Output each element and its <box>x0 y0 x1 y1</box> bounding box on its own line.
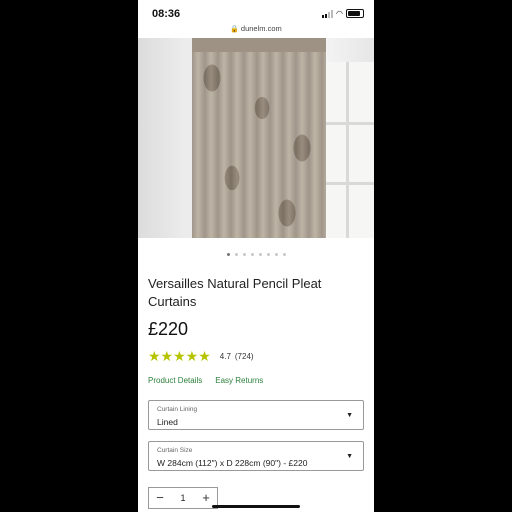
status-time: 08:36 <box>152 8 181 20</box>
status-bar: 08:36 ◠ <box>138 0 374 26</box>
gallery-dot[interactable] <box>226 253 230 256</box>
battery-icon <box>346 9 364 18</box>
product-title: Versailles Natural Pencil Pleat Curtains <box>148 276 322 309</box>
curtain-lining-value: Lined <box>157 417 178 427</box>
signal-icon <box>322 9 334 18</box>
product-price: £220 <box>148 319 189 339</box>
status-icons: ◠ <box>322 9 364 18</box>
gallery-dot[interactable] <box>266 253 270 256</box>
gallery-dot[interactable] <box>258 253 262 256</box>
gallery-dots[interactable] <box>138 253 374 256</box>
chevron-down-icon: ▼ <box>346 412 353 419</box>
curtain-size-value: W 284cm (112") x D 228cm (90") - £220 <box>157 458 308 468</box>
url-domain: dunelm.com <box>240 24 282 33</box>
product-rating[interactable]: ★★★★★ 4.7 (724) <box>148 348 254 365</box>
quantity-stepper[interactable]: − 1 + <box>148 487 218 509</box>
home-indicator[interactable] <box>212 505 300 508</box>
quantity-value[interactable]: 1 <box>171 488 195 508</box>
curtain-size-select[interactable]: Curtain Size W 284cm (112") x D 228cm (9… <box>148 441 364 471</box>
rating-value: 4.7 <box>219 352 231 361</box>
curtain-fabric <box>192 38 326 238</box>
chevron-down-icon: ▼ <box>346 453 353 460</box>
product-links: Product Details Easy Returns <box>148 376 263 385</box>
curtain-lining-select[interactable]: Curtain Lining Lined ▼ <box>148 400 364 430</box>
rating-count: (724) <box>234 352 254 361</box>
curtain-lining-label: Curtain Lining <box>157 406 198 413</box>
star-rating-icon: ★★★★★ <box>148 348 211 364</box>
wifi-icon: ◠ <box>336 9 343 18</box>
window-background <box>326 62 374 238</box>
gallery-dot[interactable] <box>234 253 238 256</box>
product-image[interactable] <box>138 38 374 238</box>
product-details-link[interactable]: Product Details <box>148 376 202 385</box>
curtain-heading <box>192 38 326 52</box>
gallery-dot[interactable] <box>242 253 246 256</box>
gallery-dot[interactable] <box>274 253 278 256</box>
curtain-size-label: Curtain Size <box>157 447 193 454</box>
lock-icon: 🔒 <box>230 26 239 33</box>
gallery-dot[interactable] <box>282 253 286 256</box>
url-bar[interactable]: 🔒 dunelm.com <box>138 24 374 33</box>
gallery-dot[interactable] <box>250 253 254 256</box>
decrease-quantity-button[interactable]: − <box>149 488 171 508</box>
phone-screen: 08:36 ◠ 🔒 dunelm.com Versailles Natural P… <box>138 0 374 512</box>
easy-returns-link[interactable]: Easy Returns <box>215 376 263 385</box>
